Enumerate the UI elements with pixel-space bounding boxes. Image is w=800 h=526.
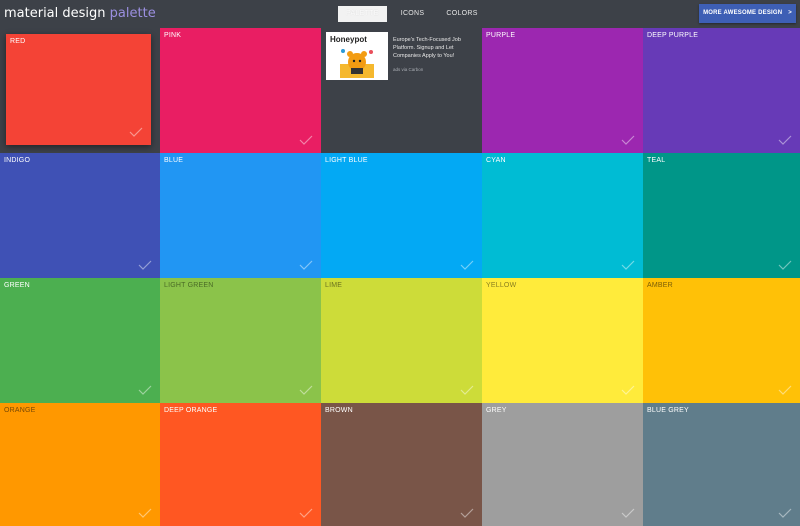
nav-icons[interactable]: ICONS bbox=[393, 6, 433, 22]
color-name-label: INDIGO bbox=[4, 157, 31, 164]
checkmark-icon bbox=[778, 135, 792, 145]
color-name-label: AMBER bbox=[647, 282, 673, 289]
color-tile-deep-orange[interactable]: DEEP ORANGE bbox=[160, 403, 321, 526]
color-tile-lime[interactable]: LIME bbox=[321, 278, 482, 403]
checkmark-icon bbox=[778, 508, 792, 518]
more-awesome-design-button[interactable]: MORE AWESOME DESIGN > bbox=[699, 4, 796, 23]
color-name-label: CYAN bbox=[486, 157, 506, 164]
selected-color-swatch[interactable]: RED bbox=[6, 34, 151, 145]
checkmark-icon bbox=[138, 385, 152, 395]
main-nav: PALETTE ICONS COLORS bbox=[338, 6, 492, 22]
nav-palette[interactable]: PALETTE bbox=[338, 6, 387, 22]
color-tile-yellow[interactable]: YELLOW bbox=[482, 278, 643, 403]
color-tile-green[interactable]: GREEN bbox=[0, 278, 160, 403]
color-name-label: YELLOW bbox=[486, 282, 517, 289]
color-tile-brown[interactable]: BROWN bbox=[321, 403, 482, 526]
color-name-label: BLUE bbox=[164, 157, 184, 164]
checkmark-icon bbox=[129, 127, 143, 137]
color-name-label: TEAL bbox=[647, 157, 666, 164]
color-tile-purple[interactable]: PURPLE bbox=[482, 28, 643, 153]
color-name-label: GREEN bbox=[4, 282, 30, 289]
color-name-label: LIGHT GREEN bbox=[164, 282, 214, 289]
checkmark-icon bbox=[621, 135, 635, 145]
color-name-label: BLUE GREY bbox=[647, 407, 689, 414]
checkmark-icon bbox=[778, 385, 792, 395]
logo-accent-text: palette bbox=[109, 6, 156, 21]
checkmark-icon bbox=[621, 260, 635, 270]
color-tile-pink[interactable]: PINK bbox=[160, 28, 321, 153]
color-name-label: PINK bbox=[164, 32, 182, 39]
chevron-right-icon: > bbox=[788, 10, 792, 16]
color-tile-light-green[interactable]: LIGHT GREEN bbox=[160, 278, 321, 403]
checkmark-icon bbox=[299, 135, 313, 145]
top-bar: material design palette PALETTE ICONS CO… bbox=[0, 0, 800, 28]
color-tile-red[interactable]: RED bbox=[0, 28, 160, 153]
color-tile-teal[interactable]: TEAL bbox=[643, 153, 800, 278]
color-name-label: DEEP ORANGE bbox=[164, 407, 218, 414]
color-tile-amber[interactable]: AMBER bbox=[643, 278, 800, 403]
color-name-label: GREY bbox=[486, 407, 507, 414]
color-tile-deep-purple[interactable]: DEEP PURPLE bbox=[643, 28, 800, 153]
checkmark-icon bbox=[460, 508, 474, 518]
logo-main-text: material design bbox=[4, 6, 106, 21]
color-name-label: LIGHT BLUE bbox=[325, 157, 368, 164]
color-name-label: PURPLE bbox=[486, 32, 516, 39]
checkmark-icon bbox=[299, 385, 313, 395]
checkmark-icon bbox=[621, 508, 635, 518]
color-name-label: ORANGE bbox=[4, 407, 36, 414]
checkmark-icon bbox=[138, 260, 152, 270]
checkmark-icon bbox=[778, 260, 792, 270]
bear-mascot-icon bbox=[340, 49, 374, 78]
checkmark-icon bbox=[460, 385, 474, 395]
carbon-ad[interactable]: Honeypot Europe's Tech-Focused Job Platf… bbox=[322, 28, 482, 153]
color-name-label: LIME bbox=[325, 282, 343, 289]
color-name-label: RED bbox=[10, 38, 26, 45]
ad-via[interactable]: ads via Carbon bbox=[393, 67, 423, 72]
nav-colors[interactable]: COLORS bbox=[438, 6, 485, 22]
site-logo[interactable]: material design palette bbox=[4, 6, 156, 21]
checkmark-icon bbox=[299, 260, 313, 270]
checkmark-icon bbox=[299, 508, 313, 518]
color-tile-orange[interactable]: ORANGE bbox=[0, 403, 160, 526]
ad-text: Europe's Tech-Focused Job Platform. Sign… bbox=[393, 37, 461, 59]
ad-image[interactable]: Honeypot bbox=[326, 32, 388, 80]
color-name-label: BROWN bbox=[325, 407, 353, 414]
color-tile-blue-grey[interactable]: BLUE GREY bbox=[643, 403, 800, 526]
checkmark-icon bbox=[460, 260, 474, 270]
color-tile-cyan[interactable]: CYAN bbox=[482, 153, 643, 278]
color-tile-blue[interactable]: BLUE bbox=[160, 153, 321, 278]
cta-label: MORE AWESOME DESIGN bbox=[703, 10, 783, 16]
color-tile-light-blue[interactable]: LIGHT BLUE bbox=[321, 153, 482, 278]
checkmark-icon bbox=[138, 508, 152, 518]
ad-brand: Honeypot bbox=[330, 35, 367, 44]
color-name-label: DEEP PURPLE bbox=[647, 32, 699, 39]
checkmark-icon bbox=[621, 385, 635, 395]
color-tile-grey[interactable]: GREY bbox=[482, 403, 643, 526]
color-tile-indigo[interactable]: INDIGO bbox=[0, 153, 160, 278]
